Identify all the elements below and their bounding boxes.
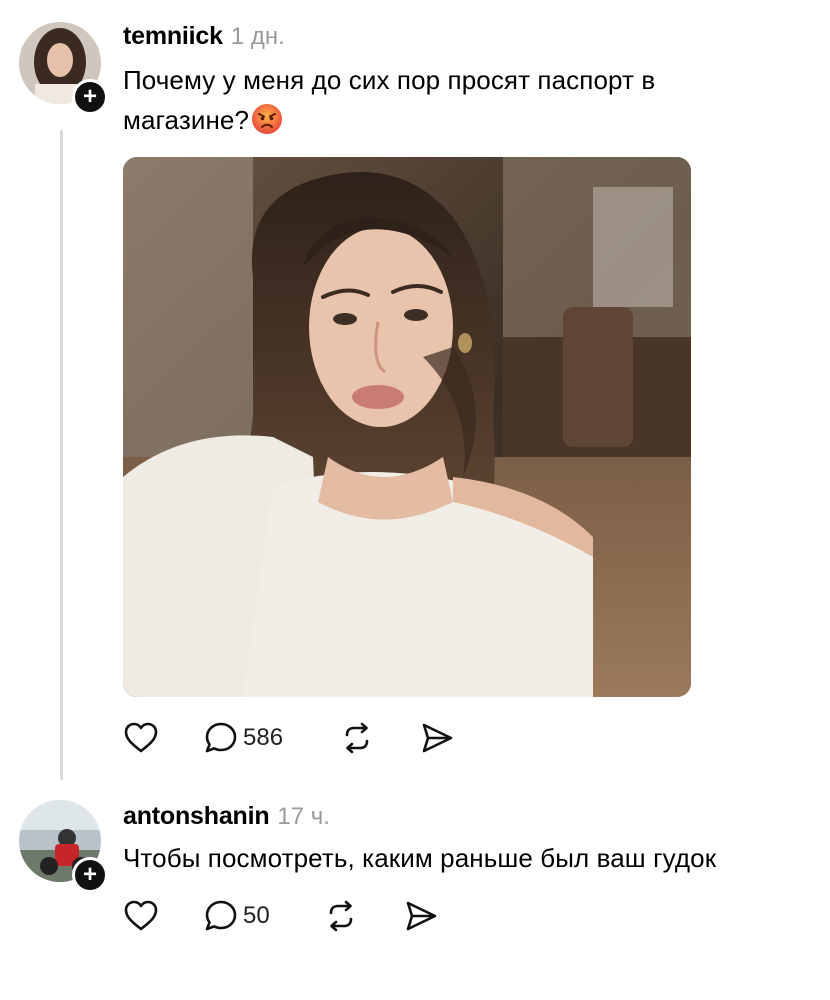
reply-button[interactable]: 586 — [203, 720, 283, 756]
username[interactable]: antonshanin — [123, 802, 270, 830]
username[interactable]: temniick — [123, 22, 223, 50]
post-header: antonshanin 17 ч. — [123, 802, 330, 831]
repost-icon — [329, 900, 353, 932]
repost-icon — [345, 722, 369, 754]
post-antonshanin: + antonshanin 17 ч. Чтобы посмотреть, как… — [0, 790, 830, 1000]
share-button[interactable] — [403, 898, 439, 934]
post-text: Почему у меня до сих пор просят паспорт … — [123, 60, 763, 140]
post-text-content: Чтобы посмотреть, каким раньше был ваш г… — [123, 843, 717, 873]
post-text-content: Почему у меня до сих пор просят паспорт … — [123, 65, 656, 135]
post-temniick: + temniick 1 дн. Почему у меня до сих пор… — [0, 0, 830, 790]
reply-count: 586 — [243, 724, 284, 751]
angry-face-emoji — [251, 103, 283, 135]
post-time: 17 ч. — [277, 803, 330, 830]
post-header: temniick 1 дн. — [123, 22, 285, 51]
thread-connector-line — [60, 130, 63, 780]
post-time: 1 дн. — [230, 23, 285, 50]
repost-button[interactable] — [323, 898, 359, 934]
comment-icon — [205, 722, 237, 753]
like-button[interactable] — [123, 720, 159, 756]
comment-icon — [205, 900, 237, 931]
like-button[interactable] — [123, 898, 159, 934]
post-actions: 586 — [123, 720, 483, 760]
post-photo[interactable] — [123, 157, 691, 697]
send-icon — [422, 723, 453, 753]
post-text: Чтобы посмотреть, каким раньше был ваш г… — [123, 838, 813, 878]
follow-plus-icon[interactable]: + — [72, 857, 108, 893]
repost-button[interactable] — [339, 720, 375, 756]
follow-plus-icon[interactable]: + — [72, 79, 108, 115]
heart-icon — [124, 900, 158, 931]
reply-count: 50 — [243, 902, 270, 929]
send-icon — [406, 901, 437, 931]
post-actions: 50 — [123, 898, 453, 938]
share-button[interactable] — [419, 720, 455, 756]
heart-icon — [124, 722, 158, 753]
reply-button[interactable]: 50 — [203, 898, 270, 934]
